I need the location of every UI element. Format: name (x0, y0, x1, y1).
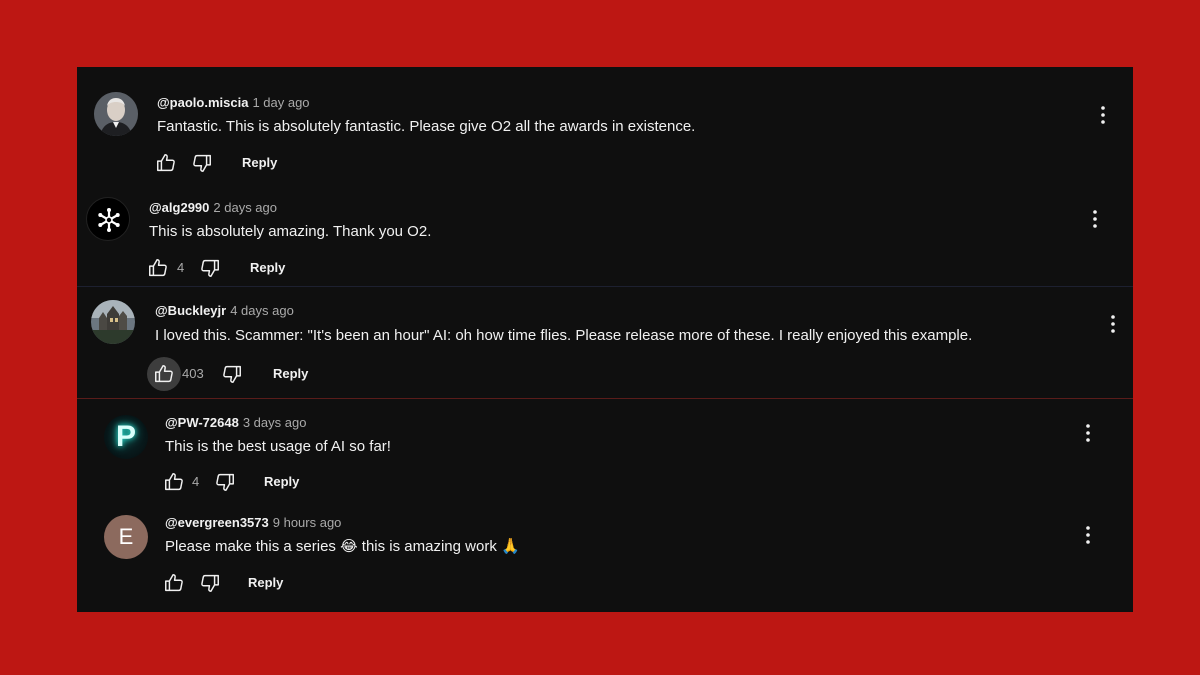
dislike-button[interactable] (221, 363, 243, 385)
avatar[interactable] (86, 197, 130, 241)
like-button[interactable] (147, 257, 169, 279)
comment-text: This is the best usage of AI so far! (165, 438, 391, 455)
thumbs-down-icon (199, 257, 221, 279)
comment-actions: Reply (155, 149, 295, 177)
like-button[interactable] (155, 152, 177, 174)
comment-text: I loved this. Scammer: "It's been an hou… (155, 327, 973, 344)
timestamp[interactable]: 3 days ago (243, 415, 307, 430)
dislike-button[interactable] (191, 152, 213, 174)
thumbs-up-icon (163, 572, 185, 594)
reply-button[interactable]: Reply (273, 366, 308, 381)
like-button[interactable] (163, 471, 185, 493)
avatar[interactable]: E (104, 515, 148, 559)
thumbs-down-icon (199, 572, 221, 594)
reply-button[interactable]: Reply (264, 474, 299, 489)
dislike-button[interactable] (199, 572, 221, 594)
comment-thread: @paolo.miscia 1 day ago Fantastic. This i… (77, 67, 1133, 185)
dislike-button[interactable] (214, 471, 236, 493)
comment-menu-button[interactable] (1078, 421, 1098, 445)
more-vertical-icon (1111, 315, 1115, 333)
more-vertical-icon (1101, 106, 1105, 124)
timestamp[interactable]: 2 days ago (213, 200, 277, 215)
comment-header: @paolo.miscia 1 day ago (157, 95, 310, 111)
comment-actions: 4 Reply (147, 254, 307, 282)
avatar-photo (91, 300, 135, 344)
avatar-letter: P (115, 420, 136, 453)
thumbs-down-icon (191, 152, 213, 174)
comment-actions: 4 Reply (163, 468, 323, 496)
author-name[interactable]: @Buckleyjr (155, 303, 226, 318)
comment-thread: @alg2990 2 days ago This is absolutely am… (77, 185, 1133, 285)
timestamp[interactable]: 9 hours ago (273, 515, 342, 530)
thumbs-up-icon (153, 363, 175, 385)
comment-thread: E @evergreen3573 9 hours ago Please make … (77, 499, 1133, 612)
author-name[interactable]: @paolo.miscia (157, 95, 248, 110)
author-name[interactable]: @PW-72648 (165, 415, 239, 430)
comment-text: Fantastic. This is absolutely fantastic.… (157, 118, 696, 135)
comment-menu-button[interactable] (1085, 207, 1105, 231)
comment-text: This is absolutely amazing. Thank you O2… (149, 223, 432, 240)
comment-header: @evergreen3573 9 hours ago (165, 515, 341, 531)
avatar[interactable] (91, 300, 135, 344)
more-vertical-icon (1086, 526, 1090, 544)
author-name[interactable]: @alg2990 (149, 200, 209, 215)
timestamp[interactable]: 1 day ago (252, 95, 309, 110)
comment-header: @alg2990 2 days ago (149, 200, 277, 216)
comment-header: @PW-72648 3 days ago (165, 415, 306, 431)
like-button[interactable] (163, 572, 185, 594)
reply-button[interactable]: Reply (250, 260, 285, 275)
author-name[interactable]: @evergreen3573 (165, 515, 269, 530)
comment-menu-button[interactable] (1093, 103, 1113, 127)
avatar[interactable]: P (104, 415, 148, 459)
comments-panel: @paolo.miscia 1 day ago Fantastic. This i… (77, 67, 1133, 612)
timestamp[interactable]: 4 days ago (230, 303, 294, 318)
thumbs-up-icon (147, 257, 169, 279)
reply-button[interactable]: Reply (242, 155, 277, 170)
thumbs-up-icon (155, 152, 177, 174)
comment-menu-button[interactable] (1078, 523, 1098, 547)
more-vertical-icon (1086, 424, 1090, 442)
like-count: 4 (192, 474, 200, 489)
thumbs-up-icon (163, 471, 185, 493)
comment-thread: P @PW-72648 3 days ago This is the best u… (77, 399, 1133, 499)
comment-actions: 403 Reply (147, 357, 347, 391)
thumbs-down-icon (214, 471, 236, 493)
snowflake-icon (98, 208, 120, 232)
like-button[interactable] (153, 363, 175, 385)
avatar-photo (94, 92, 138, 136)
comment-header: @Buckleyjr 4 days ago (155, 303, 294, 319)
thumbs-down-icon (221, 363, 243, 385)
like-count: 403 (182, 366, 204, 381)
like-count: 4 (177, 260, 185, 275)
comment-text: Please make this a series 😂 this is amaz… (165, 538, 520, 555)
comment-menu-button[interactable] (1103, 312, 1123, 336)
comment-thread: @Buckleyjr 4 days ago I loved this. Scamm… (77, 287, 1133, 399)
reply-button[interactable]: Reply (248, 575, 283, 590)
dislike-button[interactable] (199, 257, 221, 279)
comment-actions: Reply (163, 569, 323, 597)
avatar[interactable] (94, 92, 138, 136)
avatar-letter: E (118, 524, 134, 549)
more-vertical-icon (1093, 210, 1097, 228)
